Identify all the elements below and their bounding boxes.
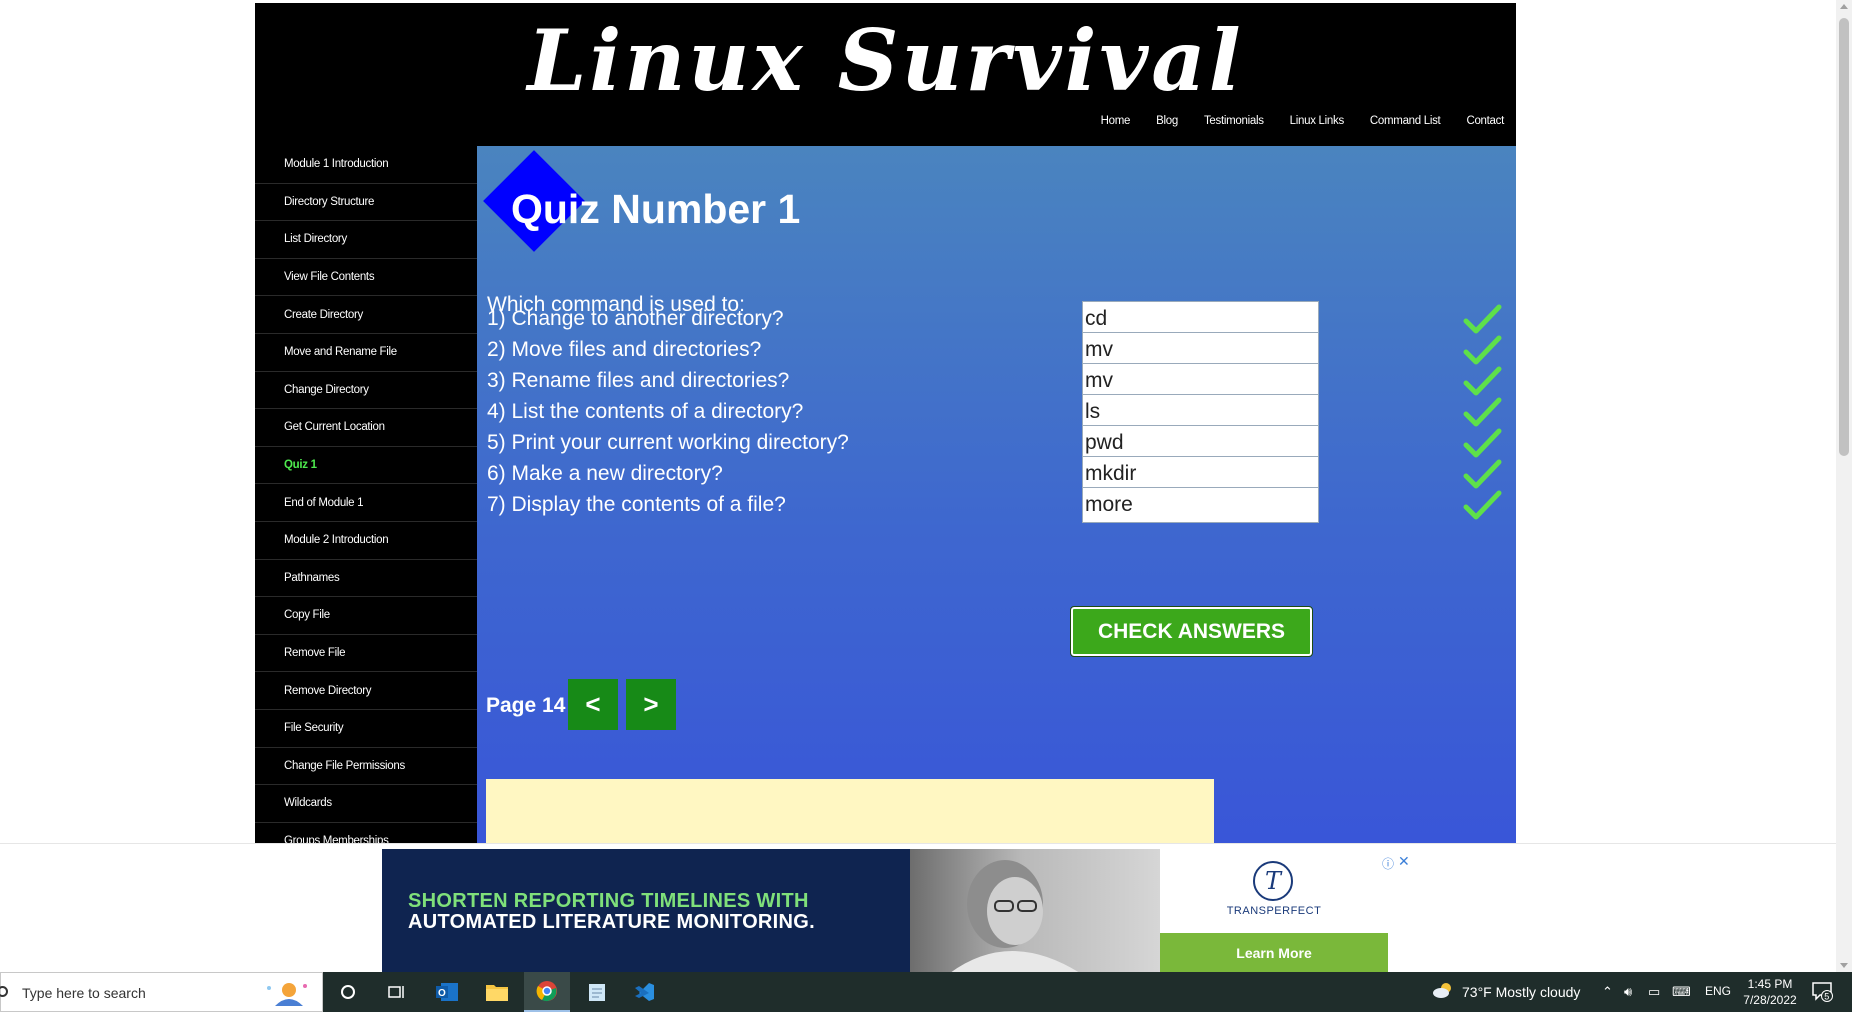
notification-count: 5 bbox=[1824, 992, 1829, 1002]
site-title[interactable]: Linux Survival bbox=[255, 11, 1516, 110]
search-placeholder: Type here to search bbox=[22, 985, 146, 1001]
top-navigation: Home Blog Testimonials Linux Links Comma… bbox=[1101, 115, 1505, 127]
ad-photo bbox=[910, 849, 1160, 973]
ad-headline-line1: SHORTEN REPORTING TIMELINES WITH bbox=[408, 890, 809, 912]
check-answers-button[interactable]: CHECK ANSWERS bbox=[1070, 606, 1313, 657]
question-text: 2) Move files and directories? bbox=[487, 338, 762, 361]
question-text: 4) List the contents of a directory? bbox=[487, 400, 804, 423]
clock-date: 7/28/2022 bbox=[1743, 993, 1797, 1007]
scroll-down-icon[interactable] bbox=[1840, 963, 1848, 968]
page-number: Page 14 bbox=[486, 694, 566, 717]
vscode-icon[interactable] bbox=[621, 972, 667, 1012]
next-page-button[interactable]: > bbox=[626, 679, 676, 730]
content-box bbox=[486, 779, 1214, 843]
ad-headline-line2: AUTOMATED LITERATURE MONITORING. bbox=[408, 911, 815, 933]
sidebar-item[interactable]: Module 2 Introduction bbox=[255, 522, 477, 560]
answer-input[interactable]: more bbox=[1082, 487, 1319, 523]
sidebar-item[interactable]: Module 1 Introduction bbox=[255, 146, 477, 184]
site-container: Linux Survival Home Blog Testimonials Li… bbox=[255, 3, 1516, 843]
clock-time: 1:45 PM bbox=[1747, 977, 1793, 991]
sidebar-item[interactable]: End of Module 1 bbox=[255, 484, 477, 522]
chrome-icon[interactable] bbox=[524, 972, 570, 1012]
question-text: 3) Rename files and directories? bbox=[487, 369, 790, 392]
network-icon[interactable]: ▭ bbox=[1648, 984, 1660, 1000]
sidebar: Module 1 Introduction Directory Structur… bbox=[255, 146, 477, 843]
nav-testimonials-link[interactable]: Testimonials bbox=[1204, 115, 1264, 127]
search-icon bbox=[0, 986, 8, 997]
nav-home-link[interactable]: Home bbox=[1101, 115, 1131, 127]
site-header: Linux Survival Home Blog Testimonials Li… bbox=[255, 3, 1516, 146]
sidebar-item[interactable]: List Directory bbox=[255, 221, 477, 259]
language-indicator[interactable]: ENG bbox=[1705, 984, 1731, 998]
ad-brand-name: TRANSPERFECT bbox=[1226, 905, 1322, 917]
scroll-up-icon[interactable] bbox=[1840, 4, 1848, 9]
sidebar-item[interactable]: Move and Rename File bbox=[255, 334, 477, 372]
question-text: 7) Display the contents of a file? bbox=[487, 493, 786, 516]
sidebar-item-active[interactable]: Quiz 1 bbox=[255, 447, 477, 485]
sidebar-item[interactable]: Get Current Location bbox=[255, 409, 477, 447]
sidebar-item[interactable]: Remove Directory bbox=[255, 672, 477, 710]
ad-brand-panel: T TRANSPERFECT Learn More bbox=[1160, 849, 1388, 973]
chevron-up-icon[interactable]: ⌃ bbox=[1602, 984, 1613, 1000]
sidebar-item[interactable]: Groups Memberships bbox=[255, 823, 477, 843]
sidebar-item[interactable]: Create Directory bbox=[255, 296, 477, 334]
windows-taskbar: Type here to search O 73°F Mostly cloudy… bbox=[0, 972, 1852, 1012]
quiz-main: Quiz Number 1 Which command is used to: … bbox=[477, 146, 1516, 843]
previous-page-button[interactable]: < bbox=[568, 679, 618, 730]
ad-banner-bar: SHORTEN REPORTING TIMELINES WITH AUTOMAT… bbox=[0, 843, 1836, 973]
advertisement[interactable]: SHORTEN REPORTING TIMELINES WITH AUTOMAT… bbox=[382, 849, 1410, 973]
page-title: Quiz Number 1 bbox=[511, 186, 801, 232]
browser-viewport: Linux Survival Home Blog Testimonials Li… bbox=[0, 0, 1836, 843]
sidebar-item[interactable]: Change File Permissions bbox=[255, 748, 477, 786]
sidebar-item[interactable]: Pathnames bbox=[255, 560, 477, 598]
search-highlight-icon bbox=[267, 983, 307, 1006]
speaker-icon[interactable]: 🔊︎ bbox=[1624, 984, 1632, 1000]
question-text: 5) Print your current working directory? bbox=[487, 431, 849, 454]
nav-contact-link[interactable]: Contact bbox=[1466, 115, 1504, 127]
nav-linux-links-link[interactable]: Linux Links bbox=[1290, 115, 1345, 127]
ad-headline: SHORTEN REPORTING TIMELINES WITH AUTOMAT… bbox=[408, 891, 815, 933]
transperfect-logo-icon: T bbox=[1253, 861, 1293, 901]
ad-close-icon[interactable]: ✕ bbox=[1398, 853, 1410, 870]
weather-text[interactable]: 73°F Mostly cloudy bbox=[1462, 984, 1580, 1000]
sidebar-item[interactable]: Change Directory bbox=[255, 372, 477, 410]
file-explorer-icon[interactable] bbox=[474, 972, 520, 1012]
question-row: 7) Display the contents of a file? more bbox=[487, 487, 1507, 523]
nav-command-list-link[interactable]: Command List bbox=[1370, 115, 1441, 127]
question-text: 6) Make a new directory? bbox=[487, 462, 723, 485]
sidebar-item[interactable]: View File Contents bbox=[255, 259, 477, 297]
cortana-icon[interactable] bbox=[325, 972, 371, 1012]
clock[interactable]: 1:45 PM 7/28/2022 bbox=[1740, 976, 1800, 1008]
keyboard-icon[interactable]: ⌨ bbox=[1672, 984, 1691, 1000]
sidebar-item[interactable]: Directory Structure bbox=[255, 184, 477, 222]
notification-center-icon[interactable]: 5 bbox=[1811, 980, 1833, 1002]
checkmark-icon bbox=[1463, 490, 1502, 520]
sidebar-item[interactable]: Copy File bbox=[255, 597, 477, 635]
task-view-icon[interactable] bbox=[374, 972, 420, 1012]
sidebar-item[interactable]: File Security bbox=[255, 710, 477, 748]
sidebar-item[interactable]: Wildcards bbox=[255, 785, 477, 823]
taskbar-search-box[interactable]: Type here to search bbox=[0, 972, 323, 1012]
outlook-icon[interactable]: O bbox=[424, 972, 470, 1012]
svg-text:O: O bbox=[438, 988, 446, 999]
scrollbar-thumb[interactable] bbox=[1839, 18, 1849, 456]
ad-learn-more-button[interactable]: Learn More bbox=[1160, 933, 1388, 973]
ad-info-icon[interactable]: ⓘ bbox=[1382, 855, 1394, 872]
sidebar-item[interactable]: Remove File bbox=[255, 635, 477, 673]
cloudy-weather-icon bbox=[1433, 983, 1451, 998]
person-photo-icon bbox=[950, 860, 1080, 973]
nav-blog-link[interactable]: Blog bbox=[1156, 115, 1178, 127]
ad-text-panel: SHORTEN REPORTING TIMELINES WITH AUTOMAT… bbox=[382, 849, 910, 973]
question-text: 1) Change to another directory? bbox=[487, 307, 784, 330]
page-scrollbar[interactable] bbox=[1836, 0, 1852, 972]
notepad-icon[interactable] bbox=[574, 972, 620, 1012]
